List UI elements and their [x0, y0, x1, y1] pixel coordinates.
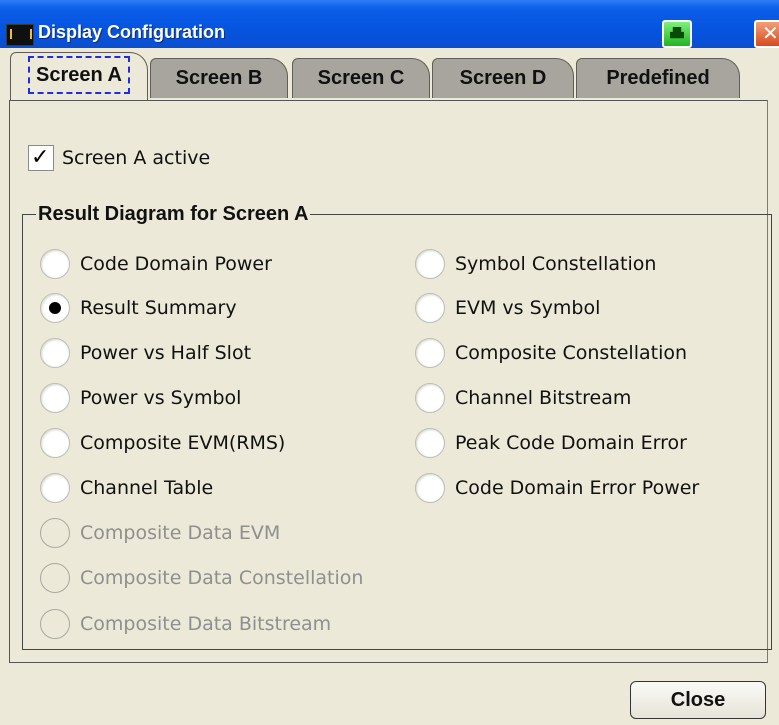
radio-power-vs-half-slot[interactable]: Power vs Half Slot	[40, 336, 251, 370]
tab-label: Predefined	[606, 67, 710, 89]
radio-label: Power vs Half Slot	[80, 342, 252, 364]
tab-label: Screen A	[28, 56, 130, 94]
tab-bar: Screen A Screen B Screen C Screen D Pred…	[0, 52, 779, 102]
radio-label: Composite Data Bitstream	[80, 613, 332, 635]
radio-channel-bitstream[interactable]: Channel Bitstream	[415, 381, 631, 415]
checkmark-icon: ✓	[31, 145, 50, 170]
radio-label: Code Domain Power	[80, 253, 272, 275]
radio-composite-constellation[interactable]: Composite Constellation	[415, 336, 687, 370]
radio-label: Peak Code Domain Error	[455, 432, 687, 454]
window-title: Display Configuration	[38, 22, 226, 42]
radio-composite-data-constellation: Composite Data Constellation	[40, 561, 363, 595]
app-icon	[6, 24, 34, 46]
radio-power-vs-symbol[interactable]: Power vs Symbol	[40, 381, 241, 415]
radio-button[interactable]	[415, 249, 445, 279]
radio-button[interactable]	[415, 383, 445, 413]
tab-label: Screen B	[175, 67, 263, 89]
radio-code-domain-power[interactable]: Code Domain Power	[40, 247, 272, 281]
radio-label: Composite Data EVM	[80, 522, 281, 544]
radio-channel-table[interactable]: Channel Table	[40, 471, 213, 505]
printer-icon	[670, 27, 684, 39]
tab-screen-d[interactable]: Screen D	[432, 58, 574, 98]
radio-evm-vs-symbol[interactable]: EVM vs Symbol	[415, 291, 600, 325]
screen-active-checkbox-row[interactable]: ✓ Screen A active	[28, 142, 210, 174]
radio-button[interactable]	[40, 338, 70, 368]
radio-label: Channel Bitstream	[455, 387, 632, 409]
radio-button-selected[interactable]	[40, 293, 70, 323]
radio-symbol-constellation[interactable]: Symbol Constellation	[415, 247, 656, 281]
tab-screen-a[interactable]: Screen A	[10, 52, 148, 100]
print-button[interactable]	[662, 20, 692, 48]
radio-label: Composite Constellation	[455, 342, 688, 364]
radio-button[interactable]	[415, 473, 445, 503]
radio-label: Channel Table	[80, 477, 214, 499]
radio-code-domain-error-power[interactable]: Code Domain Error Power	[415, 471, 699, 505]
screen-active-checkbox[interactable]: ✓	[28, 145, 54, 171]
radio-label: Composite EVM(RMS)	[80, 432, 286, 454]
display-configuration-window: Display Configuration ✕ Screen A Screen …	[0, 0, 779, 725]
radio-composite-data-evm: Composite Data EVM	[40, 516, 280, 550]
radio-button-disabled	[40, 518, 70, 548]
radio-button[interactable]	[40, 249, 70, 279]
radio-button[interactable]	[415, 338, 445, 368]
radio-peak-code-domain-error[interactable]: Peak Code Domain Error	[415, 426, 687, 460]
radio-label: EVM vs Symbol	[455, 297, 601, 319]
radio-label: Symbol Constellation	[455, 253, 657, 275]
radio-label: Result Summary	[80, 297, 237, 319]
title-bar: Display Configuration ✕	[0, 0, 779, 48]
radio-button[interactable]	[40, 428, 70, 458]
close-icon: ✕	[762, 21, 779, 45]
radio-button-disabled	[40, 609, 70, 639]
radio-button[interactable]	[40, 473, 70, 503]
radio-button-disabled	[40, 563, 70, 593]
radio-composite-evm-rms[interactable]: Composite EVM(RMS)	[40, 426, 285, 460]
radio-composite-data-bitstream: Composite Data Bitstream	[40, 607, 331, 641]
tab-predefined[interactable]: Predefined	[576, 58, 740, 98]
close-button[interactable]: Close	[630, 681, 766, 719]
radio-label: Power vs Symbol	[80, 387, 242, 409]
result-diagram-title: Result Diagram for Screen A	[36, 203, 311, 226]
radio-label: Code Domain Error Power	[455, 477, 700, 499]
radio-label: Composite Data Constellation	[80, 567, 364, 589]
radio-button[interactable]	[40, 383, 70, 413]
radio-result-summary[interactable]: Result Summary	[40, 291, 237, 325]
tab-label: Screen D	[459, 67, 547, 89]
tab-screen-c[interactable]: Screen C	[292, 58, 430, 98]
radio-button[interactable]	[415, 293, 445, 323]
close-window-button[interactable]: ✕	[754, 20, 779, 48]
tab-screen-b[interactable]: Screen B	[150, 58, 288, 98]
radio-button[interactable]	[415, 428, 445, 458]
screen-active-label: Screen A active	[62, 147, 211, 169]
tab-label: Screen C	[317, 67, 405, 89]
